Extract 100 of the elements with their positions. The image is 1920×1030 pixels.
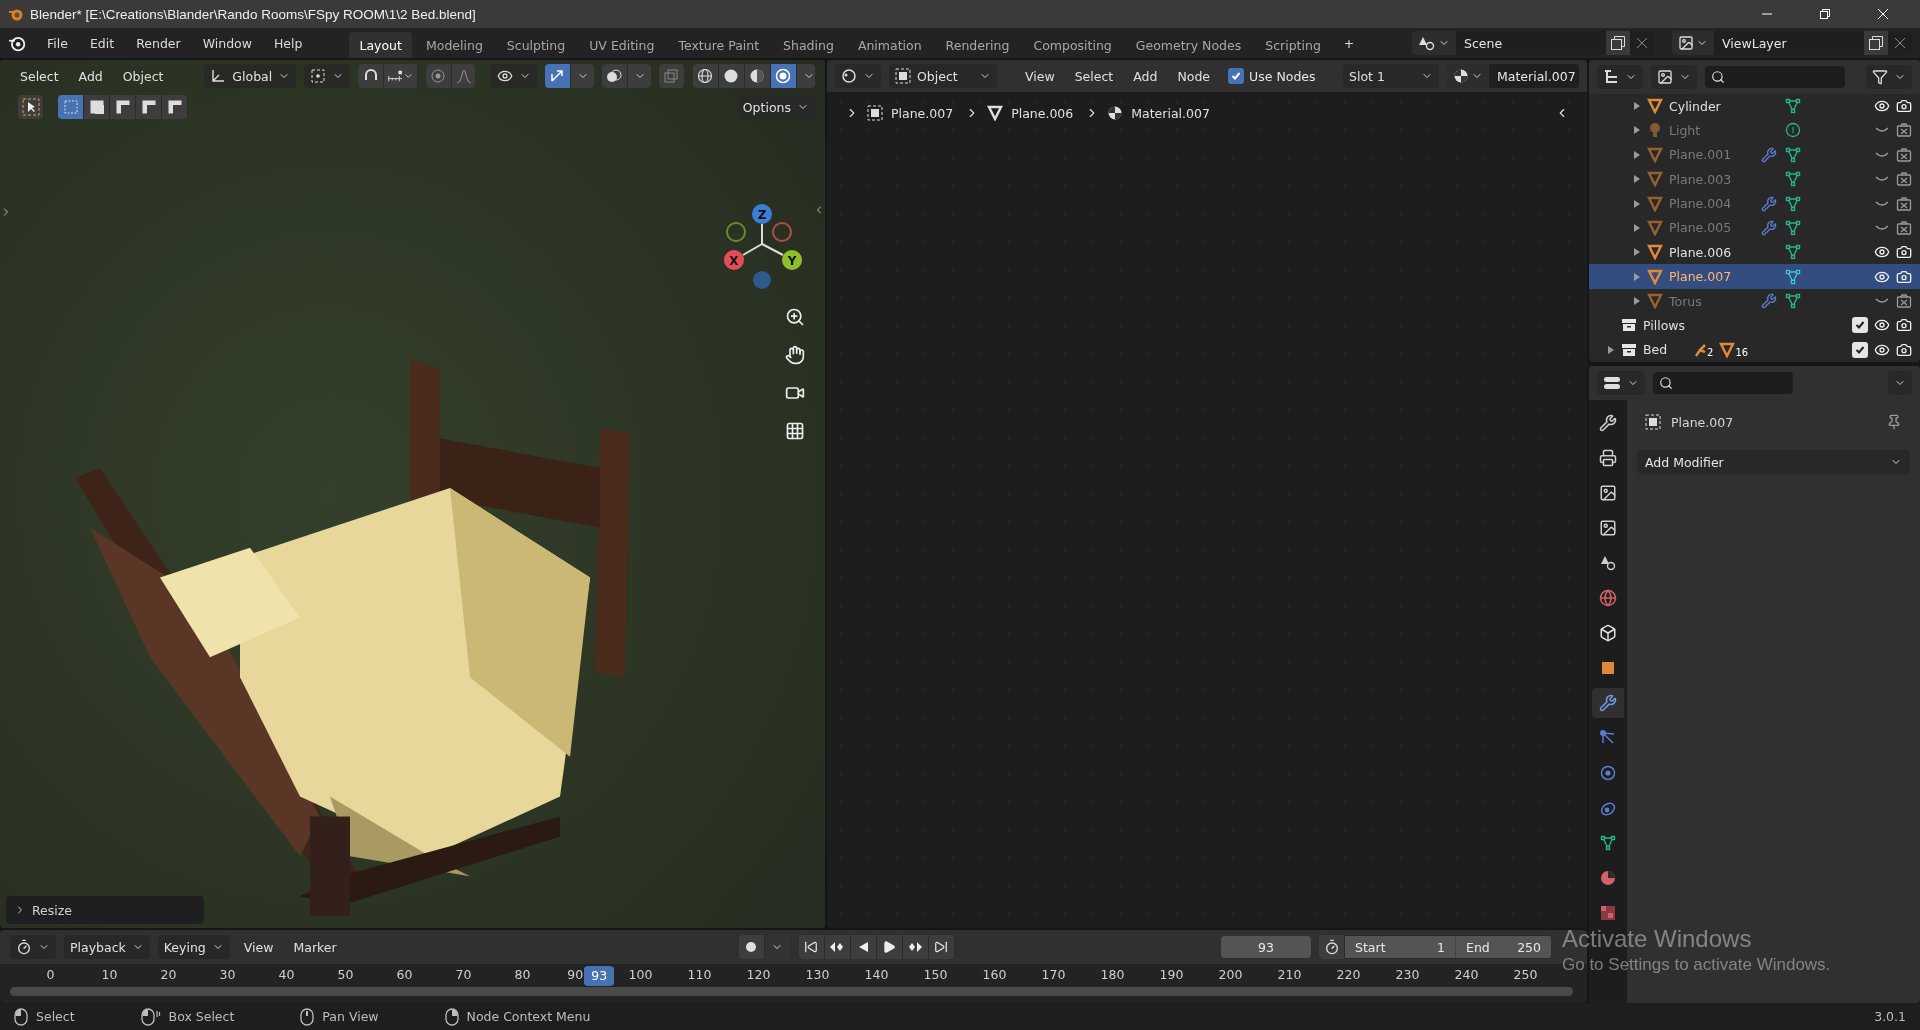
object-name: Torus	[1669, 293, 1703, 309]
collection-name: Bed	[1643, 342, 1669, 358]
material-selector[interactable]: Material.007	[1447, 64, 1579, 88]
end-frame-field[interactable]: End 250	[1455, 936, 1551, 958]
field-label: Start	[1355, 939, 1386, 955]
menu-dropdown[interactable]: Keying	[157, 935, 230, 959]
collection-row[interactable]: Pillows	[1589, 313, 1920, 338]
frame-tick: 220	[1335, 966, 1362, 984]
frame-tick: 250	[1512, 966, 1539, 984]
orientation-dropdown[interactable]: Global	[204, 64, 297, 88]
axis-handle[interactable]: X	[724, 250, 744, 270]
breadcrumb-label: Material.007	[1131, 105, 1210, 121]
start-frame-field[interactable]: Start 1	[1345, 936, 1455, 958]
activation-message: Go to Settings to activate Windows.	[1562, 955, 1831, 975]
object-name: Cylinder	[1669, 98, 1722, 114]
menu-item[interactable]: Edit	[80, 31, 124, 55]
workspace-tab[interactable]: Modeling	[415, 31, 493, 58]
frame-tick: 200	[1217, 966, 1244, 984]
playhead[interactable]: 93	[584, 966, 615, 986]
breadcrumb-item[interactable]: Plane.006	[987, 105, 1078, 121]
frame-tick: 0	[45, 966, 56, 984]
workspace-tab[interactable]: Shading	[773, 31, 844, 58]
frame-tick: 180	[1099, 966, 1126, 984]
frame-tick: 210	[1276, 966, 1303, 984]
frame-tick: 20	[159, 966, 178, 984]
window-title: Blender* [E:\Creations\Blander\Rando Rooms\FSpy ROOM\1\2 Bed.blend]	[30, 6, 476, 22]
breadcrumb-label: Plane.006	[1011, 105, 1074, 121]
menu-dropdown[interactable]: Playback	[64, 935, 150, 959]
outliner-row[interactable]: Plane.007	[1589, 264, 1920, 289]
object-name: Plane.005	[1669, 220, 1733, 236]
object-name: Light	[1669, 122, 1702, 138]
frame-tick: 30	[218, 966, 237, 984]
frame-tick: 90	[566, 966, 584, 984]
menu-item[interactable]: Window	[193, 31, 261, 55]
workspace-tab[interactable]: Sculpting	[496, 31, 576, 58]
menu-item[interactable]: Render	[127, 31, 190, 55]
activation-title: Activate Windows	[1562, 925, 1753, 953]
object-name: Plane.003	[1669, 171, 1733, 187]
axis-handle[interactable]: Y	[782, 250, 802, 270]
workspace-tab[interactable]: Layout	[349, 31, 412, 58]
current-frame-field[interactable]: 93	[1221, 936, 1311, 958]
child-count: 2	[1707, 346, 1714, 358]
menu-item[interactable]: View	[237, 936, 280, 958]
field-value: 250	[1517, 939, 1541, 955]
slot-dropdown[interactable]: Slot 1	[1343, 64, 1439, 88]
options-dropdown[interactable]: Options	[736, 95, 815, 119]
menu-item[interactable]: Help	[264, 31, 312, 55]
workspace-tab[interactable]: UV Editing	[579, 31, 665, 58]
add-workspace-button[interactable]: +	[1334, 31, 1364, 55]
menu-item[interactable]: Add	[72, 65, 109, 87]
add-modifier-dropdown[interactable]: Add Modifier	[1637, 450, 1910, 474]
object-name: Plane.006	[1669, 244, 1733, 260]
frame-tick: 150	[922, 966, 949, 984]
status-hint: Node Context Menu	[466, 1009, 591, 1024]
outliner-row[interactable]: Plane.006	[1589, 240, 1920, 265]
frame-tick: 120	[745, 966, 772, 984]
field-label: End	[1466, 939, 1490, 955]
version-label: 3.0.1	[1874, 1009, 1906, 1024]
menu-item[interactable]: Object	[116, 65, 170, 87]
frame-tick: 60	[395, 966, 414, 984]
menu-item[interactable]: Add	[1127, 65, 1164, 87]
shader-type-dropdown[interactable]: Object	[889, 64, 997, 88]
menu-item[interactable]: Marker	[287, 936, 343, 958]
frame-tick: 170	[1040, 966, 1067, 984]
object-name: Plane.004	[1669, 196, 1733, 211]
outliner-row[interactable]: Light	[1589, 118, 1920, 143]
breadcrumb-item[interactable]: Plane.007	[867, 105, 958, 121]
object-name: Plane.001	[1669, 147, 1733, 163]
last-operator-panel[interactable]: Resize	[6, 896, 204, 924]
frame-tick: 190	[1158, 966, 1185, 984]
workspace-tab[interactable]: Scripting	[1255, 31, 1331, 58]
axis-handle[interactable]: Z	[752, 204, 772, 224]
workspace-tab[interactable]: Compositing	[1023, 31, 1122, 58]
frame-tick: 80	[513, 966, 532, 984]
workspace-tab[interactable]: Texture Paint	[668, 31, 770, 58]
workspace-tab[interactable]: Geometry Nodes	[1125, 31, 1252, 58]
operator-name: Resize	[32, 902, 73, 918]
status-hint: Pan View	[322, 1009, 379, 1024]
breadcrumb-item[interactable]: Material.007	[1107, 105, 1214, 121]
workspace-tab[interactable]: Animation	[847, 31, 932, 58]
view-layer-selector[interactable]: ViewLayer	[1672, 31, 1912, 55]
menu-item[interactable]: Node	[1171, 65, 1217, 87]
frame-tick: 140	[863, 966, 890, 984]
frame-tick: 10	[100, 966, 119, 984]
scene-selector[interactable]: Scene	[1412, 31, 1654, 55]
frame-tick: 240	[1453, 966, 1480, 984]
collection-row[interactable]: Bed 2 16	[1589, 337, 1920, 362]
collection-name: Pillows	[1643, 317, 1687, 333]
use-nodes-checkbox[interactable]: Use Nodes	[1224, 68, 1320, 84]
menu-item[interactable]: File	[38, 31, 77, 55]
menu-item[interactable]: View	[1019, 65, 1061, 87]
status-hint: Box Select	[168, 1009, 235, 1024]
menu-item[interactable]: Select	[14, 65, 65, 87]
outliner-row[interactable]: Cylinder	[1589, 93, 1920, 119]
object-name: Plane.007	[1671, 414, 1734, 430]
frame-tick: 100	[627, 966, 654, 984]
workspace-tab[interactable]: Rendering	[935, 31, 1020, 58]
menu-item[interactable]: Select	[1068, 65, 1120, 87]
frame-tick: 40	[277, 966, 296, 984]
status-hint: Select	[36, 1009, 75, 1024]
